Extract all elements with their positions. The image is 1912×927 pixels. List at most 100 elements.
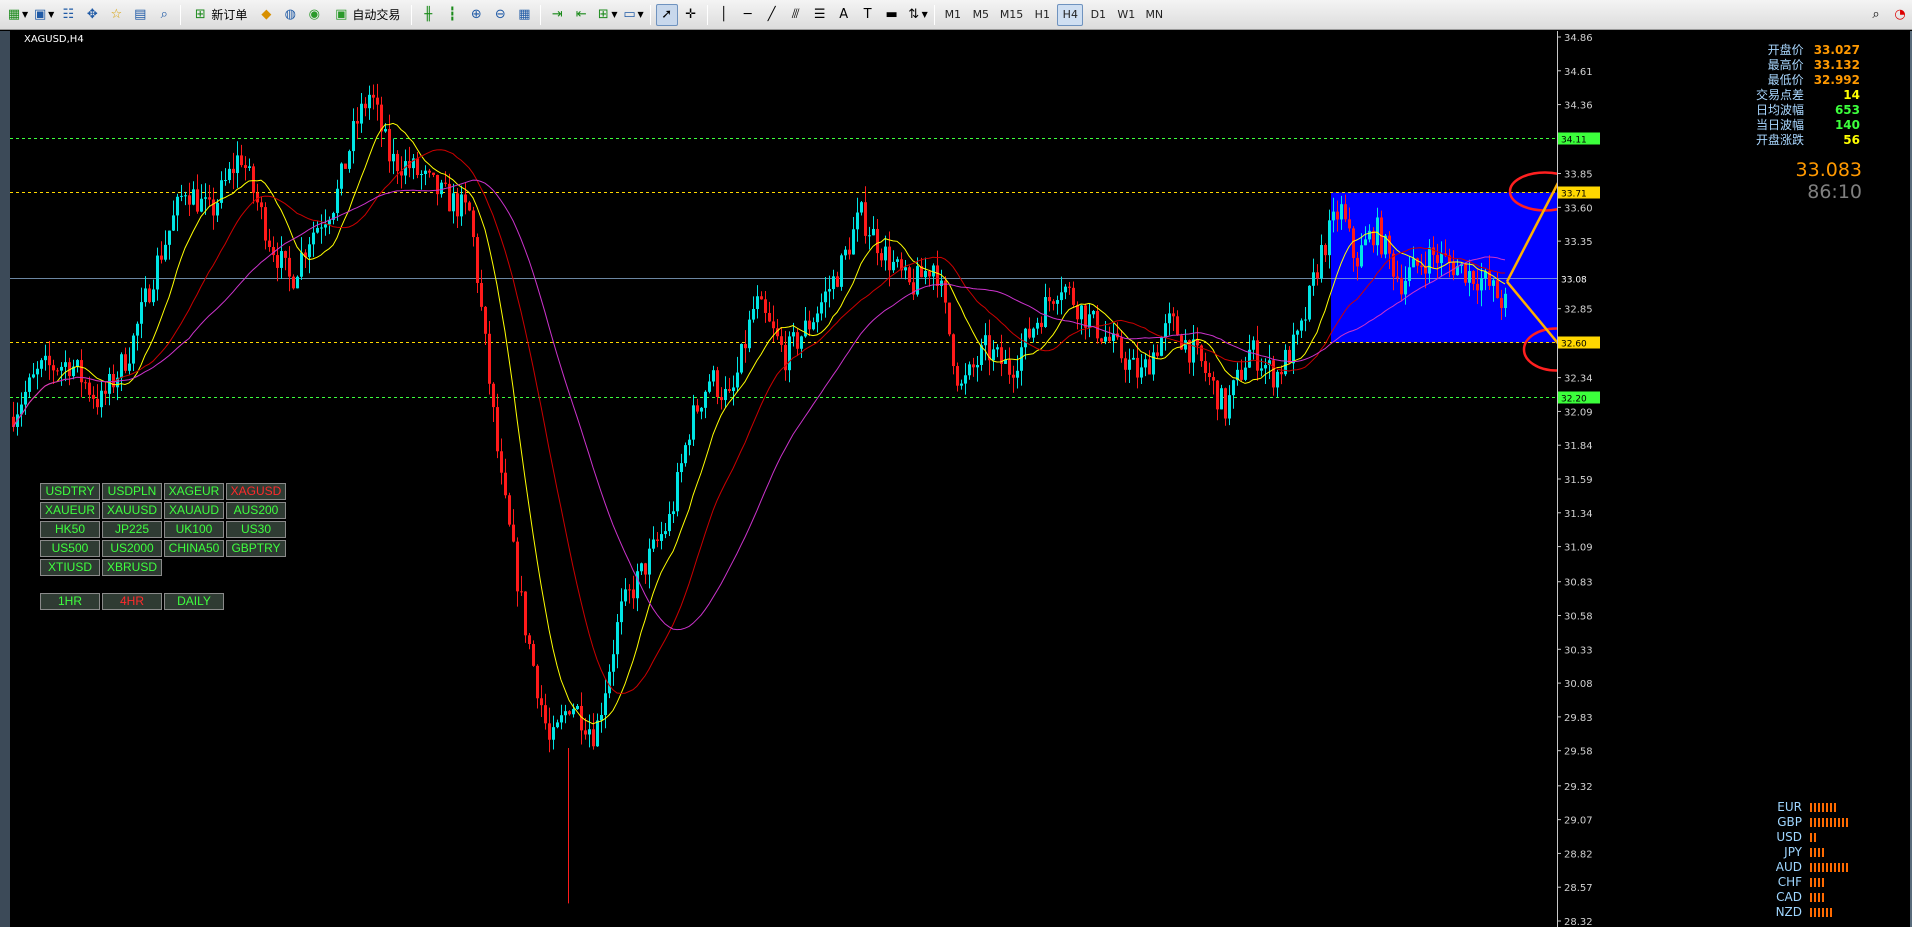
candle-body bbox=[176, 196, 179, 216]
candle-body bbox=[1472, 271, 1475, 284]
symbol-button-xauaud[interactable]: XAUAUD bbox=[164, 502, 224, 519]
signals-button[interactable]: ◍ bbox=[279, 4, 301, 26]
main-toolbar: ▦ ▼ ▣ ▼ ☷ ✥ ☆ ▤ ⌕ ⊞ 新订单 ◆ ◍ ◉ ▣ 自动交易 ╫ ┇ ⊕ ⊖… bbox=[0, 0, 1912, 30]
timeframe-h1-button[interactable]: H1 bbox=[1029, 4, 1055, 26]
candle-body bbox=[1296, 330, 1299, 335]
strength-bar bbox=[1810, 893, 1812, 902]
text-label-icon: T bbox=[863, 6, 872, 22]
candle-body bbox=[1140, 367, 1143, 378]
candle-body bbox=[1172, 313, 1175, 317]
trendline-button[interactable]: ╱ bbox=[761, 4, 783, 26]
text-label-button[interactable]: T bbox=[857, 4, 879, 26]
terminal-button[interactable]: ▤ bbox=[129, 4, 151, 26]
symbol-button-xaueur[interactable]: XAUEUR bbox=[40, 502, 100, 519]
chart-shift-button[interactable]: ⇤ bbox=[570, 4, 592, 26]
fibonacci-button[interactable]: ☰ bbox=[809, 4, 831, 26]
current-price: 33.083 bbox=[1795, 159, 1862, 181]
search-icon: ⌕ bbox=[1872, 6, 1880, 22]
favorites-button[interactable]: ☆ bbox=[105, 4, 127, 26]
strength-bar bbox=[1838, 863, 1840, 872]
symbol-button-hk50[interactable]: HK50 bbox=[40, 521, 100, 538]
star-icon: ☆ bbox=[110, 6, 123, 22]
symbol-button-usdpln[interactable]: USDPLN bbox=[102, 483, 162, 500]
vertical-line-button[interactable]: │ bbox=[713, 4, 735, 26]
symbol-button-us500[interactable]: US500 bbox=[40, 540, 100, 557]
text-button[interactable]: A bbox=[833, 4, 855, 26]
symbol-button-usdtry[interactable]: USDTRY bbox=[40, 483, 100, 500]
symbol-button-xauusd[interactable]: XAUUSD bbox=[102, 502, 162, 519]
candle-body bbox=[804, 320, 807, 337]
symbol-button-uk100[interactable]: UK100 bbox=[164, 521, 224, 538]
strength-bar bbox=[1834, 818, 1836, 827]
candle-body bbox=[1420, 265, 1423, 268]
market-watch-button[interactable]: ☷ bbox=[57, 4, 79, 26]
tf-button-daily[interactable]: DAILY bbox=[164, 593, 224, 610]
symbol-button-xbrusd[interactable]: XBRUSD bbox=[102, 559, 162, 576]
symbol-button-aus200[interactable]: AUS200 bbox=[226, 502, 286, 519]
candle-body bbox=[160, 255, 163, 260]
auto-trade-button[interactable]: ▣ 自动交易 bbox=[327, 4, 406, 26]
candle-body bbox=[972, 364, 975, 368]
price-tick-label: 31.34 bbox=[1564, 509, 1593, 520]
price-tick-label: 28.82 bbox=[1564, 849, 1593, 860]
bar-chart-button[interactable]: ╫ bbox=[417, 4, 439, 26]
candle-body bbox=[652, 539, 655, 549]
symbol-button-xageur[interactable]: XAGEUR bbox=[164, 483, 224, 500]
periods-button[interactable]: ▭ ▼ bbox=[621, 4, 645, 26]
symbol-button-us30[interactable]: US30 bbox=[226, 521, 286, 538]
timeframe-mn-button[interactable]: MN bbox=[1141, 4, 1167, 26]
profiles-icon: ▣ bbox=[34, 6, 47, 22]
symbol-button-jp225[interactable]: JP225 bbox=[102, 521, 162, 538]
candle-body bbox=[1204, 361, 1207, 374]
timeframe-h4-button[interactable]: H4 bbox=[1057, 3, 1084, 26]
zoom-out-button[interactable]: ⊖ bbox=[489, 4, 511, 26]
shapes-button[interactable]: ▬ bbox=[881, 4, 903, 26]
metaeditor-button[interactable]: ◆ bbox=[255, 4, 277, 26]
symbol-button-gbptry[interactable]: GBPTRY bbox=[226, 540, 286, 557]
timeframe-w1-button[interactable]: W1 bbox=[1113, 4, 1139, 26]
strength-bar bbox=[1810, 878, 1812, 887]
candle-body bbox=[1080, 305, 1083, 320]
symbol-button-us2000[interactable]: US2000 bbox=[102, 540, 162, 557]
market-button[interactable]: ◉ bbox=[303, 4, 325, 26]
crosshair-button[interactable]: ✛ bbox=[680, 4, 702, 26]
range-rectangle[interactable] bbox=[1331, 192, 1557, 343]
autoscroll-button[interactable]: ⇥ bbox=[546, 4, 568, 26]
currency-name: USD bbox=[1776, 830, 1802, 844]
price-chart-svg[interactable]: 34.86 34.61 34.36 34.11 33.85 33.60 33.35 33.08… bbox=[10, 31, 1910, 927]
profiles-button[interactable]: ▣ ▼ bbox=[31, 4, 55, 26]
timeframe-m1-button[interactable]: M1 bbox=[940, 4, 966, 26]
alert-button[interactable]: ◔ bbox=[1889, 4, 1911, 26]
candlestick-button[interactable]: ┇ bbox=[441, 4, 463, 26]
tf-button-1hr[interactable]: 1HR bbox=[40, 593, 100, 610]
tile-windows-button[interactable]: ▦ bbox=[513, 4, 535, 26]
zoom-in-button[interactable]: ⊕ bbox=[465, 4, 487, 26]
timeframe-m15-button[interactable]: M15 bbox=[996, 4, 1028, 26]
chart-canvas[interactable]: 34.86 34.61 34.36 34.11 33.85 33.60 33.35 33.08… bbox=[10, 31, 1910, 927]
navigator-button[interactable]: ✥ bbox=[81, 4, 103, 26]
candle-body bbox=[1292, 334, 1295, 364]
horizontal-line-button[interactable]: ─ bbox=[737, 4, 759, 26]
arrows-button[interactable]: ⇅ ▼ bbox=[905, 4, 929, 26]
strength-bars bbox=[1810, 818, 1848, 827]
tf-button-4hr[interactable]: 4HR bbox=[102, 593, 162, 610]
price-tick-label: 28.57 bbox=[1564, 883, 1593, 894]
channel-button[interactable]: ⫻ bbox=[785, 4, 807, 26]
indicators-button[interactable]: ⊞ ▼ bbox=[594, 4, 618, 26]
symbol-button-china50[interactable]: CHINA50 bbox=[164, 540, 224, 557]
search-button[interactable]: ⌕ bbox=[1865, 4, 1887, 26]
new-order-button[interactable]: ⊞ 新订单 bbox=[186, 4, 253, 26]
symbol-button-xtiusd[interactable]: XTIUSD bbox=[40, 559, 100, 576]
level-label: 33.08 bbox=[1561, 276, 1587, 286]
new-chart-button[interactable]: ▦ ▼ bbox=[5, 4, 29, 26]
candle-body bbox=[208, 197, 211, 200]
cursor-button[interactable]: ➚ bbox=[655, 3, 678, 26]
symbol-button-xagusd[interactable]: XAGUSD bbox=[226, 483, 286, 500]
timeframe-m5-button[interactable]: M5 bbox=[968, 4, 994, 26]
timeframe-d1-button[interactable]: D1 bbox=[1085, 4, 1111, 26]
candle-body bbox=[628, 589, 631, 591]
candle-body bbox=[284, 251, 287, 258]
tester-button[interactable]: ⌕ bbox=[153, 4, 175, 26]
candle-body bbox=[188, 195, 191, 205]
price-tick-label: 31.84 bbox=[1564, 441, 1593, 452]
